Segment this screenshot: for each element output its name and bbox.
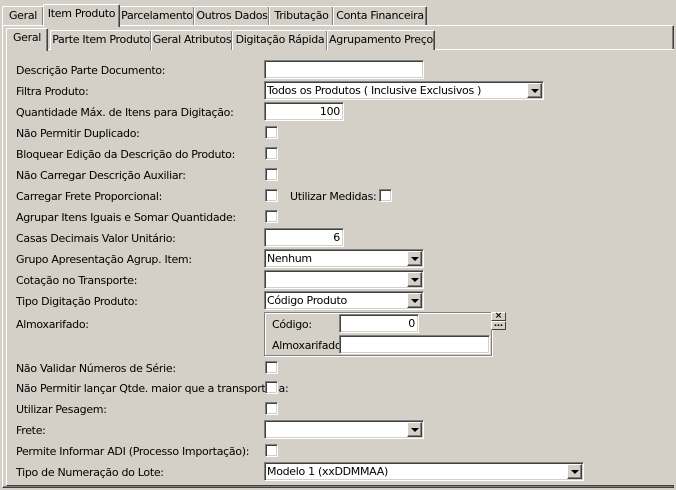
- almox-nome-label: Almoxarifado:: [272, 339, 345, 352]
- filtra-produto-label: Filtra Produto:: [16, 85, 89, 98]
- ellipsis-icon[interactable]: …: [491, 320, 506, 330]
- cotacao-label: Cotação no Transporte:: [16, 274, 138, 287]
- grupo-apresentacao-value: Nenhum: [267, 252, 312, 265]
- chevron-down-icon[interactable]: [527, 83, 542, 98]
- carregar-frete-label: Carregar Frete Proporcional:: [16, 190, 163, 203]
- casas-decimais-input[interactable]: 6: [264, 228, 344, 247]
- filtra-produto-select[interactable]: Todos os Produtos ( Inclusive Exclusivos…: [264, 81, 544, 100]
- filtra-produto-value: Todos os Produtos ( Inclusive Exclusivos…: [267, 84, 482, 97]
- casas-decimais-label: Casas Decimais Valor Unitário:: [16, 232, 176, 245]
- tipo-digitacao-label: Tipo Digitação Produto:: [16, 295, 138, 308]
- tipo-digitacao-value: Código Produto: [267, 294, 347, 307]
- tipo-numeracao-value: Modelo 1 (xxDDMMAA): [267, 465, 388, 478]
- tipo-numeracao-label: Tipo de Numeração do Lote:: [16, 466, 164, 479]
- nao-permitir-qtde-label: Não Permitir lançar Qtde. maior que a tr…: [16, 382, 289, 395]
- bloquear-edicao-label: Bloquear Edição da Descrição do Produto:: [16, 148, 236, 161]
- almoxarifado-label: Almoxarifado:: [16, 318, 89, 331]
- grupo-apresentacao-label: Grupo Apresentação Agrup. Item:: [16, 253, 192, 266]
- utilizar-medidas-label: Utilizar Medidas:: [290, 190, 377, 203]
- almox-codigo-label: Código:: [272, 318, 312, 331]
- nao-validar-serie-checkbox[interactable]: [265, 361, 278, 374]
- carregar-frete-checkbox[interactable]: [265, 189, 278, 202]
- chevron-down-icon[interactable]: [407, 272, 422, 287]
- nao-permitir-duplicado-checkbox[interactable]: [265, 126, 278, 139]
- descricao-parte-label: Descrição Parte Documento:: [16, 64, 166, 77]
- descricao-parte-input[interactable]: [264, 60, 424, 79]
- permite-adi-checkbox[interactable]: [265, 444, 278, 457]
- almox-codigo-input[interactable]: 0: [339, 314, 419, 333]
- chevron-down-icon[interactable]: [567, 464, 582, 479]
- tipo-digitacao-select[interactable]: Código Produto: [264, 291, 424, 310]
- chevron-down-icon[interactable]: [407, 422, 422, 437]
- cotacao-select[interactable]: [264, 270, 424, 289]
- chevron-down-icon[interactable]: [407, 293, 422, 308]
- nao-permitir-duplicado-label: Não Permitir Duplicado:: [16, 127, 140, 140]
- frete-label: Frete:: [16, 424, 46, 437]
- permite-adi-label: Permite Informar ADI (Processo Importaçã…: [16, 445, 250, 458]
- qtd-max-input[interactable]: 100: [264, 102, 344, 121]
- almox-nome-input[interactable]: [339, 335, 490, 354]
- grupo-apresentacao-select[interactable]: Nenhum: [264, 249, 424, 268]
- agrupar-itens-checkbox[interactable]: [265, 210, 278, 223]
- nao-carregar-desc-checkbox[interactable]: [265, 168, 278, 181]
- utilizar-pesagem-label: Utilizar Pesagem:: [16, 403, 107, 416]
- chevron-down-icon[interactable]: [407, 251, 422, 266]
- agrupar-itens-label: Agrupar Itens Iguais e Somar Quantidade:: [16, 211, 236, 224]
- frete-select[interactable]: [264, 420, 424, 439]
- nao-permitir-qtde-checkbox[interactable]: [265, 381, 278, 394]
- nao-validar-serie-label: Não Validar Números de Série:: [16, 362, 176, 375]
- bloquear-edicao-checkbox[interactable]: [265, 147, 278, 160]
- utilizar-pesagem-checkbox[interactable]: [265, 402, 278, 415]
- utilizar-medidas-checkbox[interactable]: [379, 189, 392, 202]
- qtd-max-label: Quantidade Máx. de Itens para Digitação:: [16, 106, 234, 119]
- form-area: Descrição Parte Documento: Filtra Produt…: [0, 0, 676, 490]
- tipo-numeracao-select[interactable]: Modelo 1 (xxDDMMAA): [264, 462, 584, 481]
- nao-carregar-desc-label: Não Carregar Descrição Auxiliar:: [16, 169, 186, 182]
